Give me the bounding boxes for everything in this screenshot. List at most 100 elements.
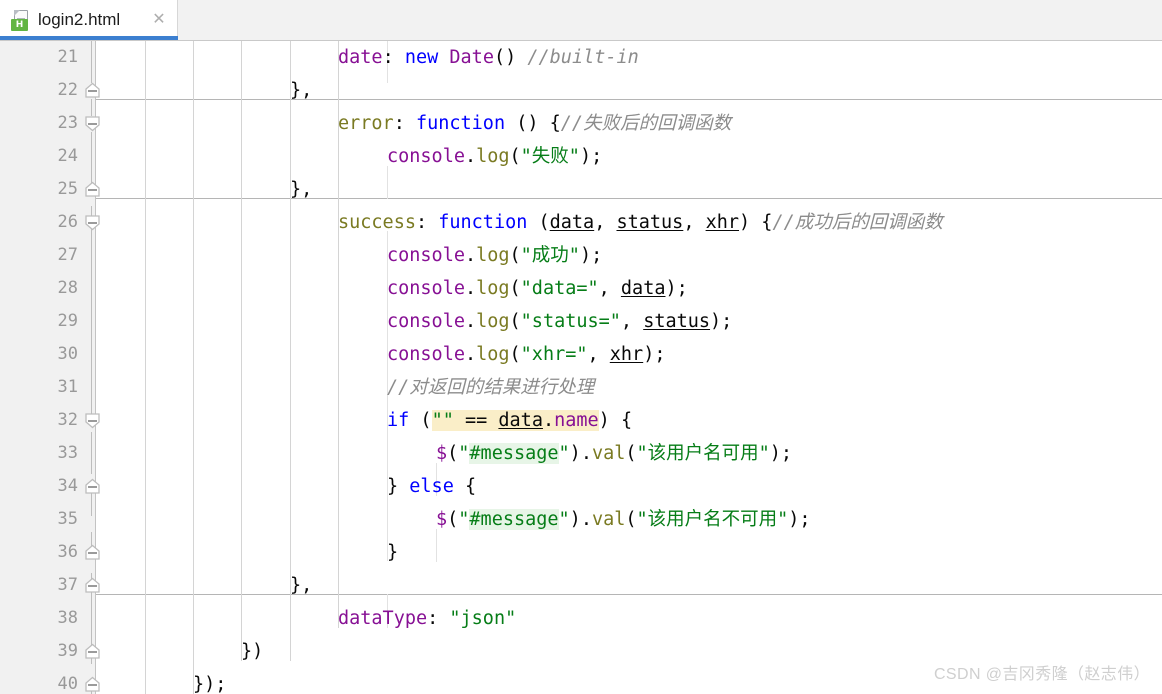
code-text: console.log("成功"); [387, 239, 602, 272]
code-text: $("#message").val("该用户名不可用"); [436, 503, 811, 536]
fold-marker-start[interactable] [84, 412, 101, 429]
code-line-34[interactable]: 34 } else { [0, 470, 1162, 503]
line-number: 31 [57, 377, 78, 397]
fold-marker-end[interactable] [84, 478, 101, 495]
csdn-watermark: CSDN @吉冈秀隆（赵志伟） [933, 666, 1150, 683]
code-line-22[interactable]: 22 }, [0, 74, 1162, 107]
token: , [598, 278, 621, 299]
fold-minus-glyph [88, 552, 97, 554]
token: ( [447, 443, 459, 464]
fold-marker-end[interactable] [84, 181, 101, 198]
token: } [387, 476, 410, 497]
code-text: }) [241, 635, 263, 668]
file-icon-badge: H [11, 18, 28, 31]
fold-minus-glyph [88, 486, 97, 488]
code-line-23[interactable]: 23 error: function () {//失败后的回调函数 [0, 107, 1162, 140]
code-line-36[interactable]: 36 } [0, 536, 1162, 569]
token: "该用户名不可用" [636, 509, 789, 530]
line-number: 38 [57, 608, 78, 628]
token: console [387, 344, 465, 365]
code-line-26[interactable]: 26 success: function (data, status, xhr)… [0, 206, 1162, 239]
code-line-30[interactable]: 30 console.log("xhr=", xhr); [0, 338, 1162, 371]
token: log [476, 146, 510, 167]
token: , [587, 344, 610, 365]
token: $ [436, 509, 448, 530]
token: log [476, 278, 510, 299]
code-text: console.log("失败"); [387, 140, 602, 173]
fold-marker-start[interactable] [84, 115, 101, 132]
token: : [427, 608, 450, 629]
token: "成功" [520, 245, 580, 266]
code-text: } [387, 536, 398, 569]
code-line-29[interactable]: 29 console.log("status=", status); [0, 305, 1162, 338]
token: //成功后的回调函数 [772, 212, 943, 233]
code-line-28[interactable]: 28 console.log("data=", data); [0, 272, 1162, 305]
token: ) [569, 443, 581, 464]
fold-marker-end[interactable] [84, 544, 101, 561]
tab-login2-html[interactable]: H login2.html ✕ [0, 0, 178, 40]
code-text: console.log("xhr=", xhr); [387, 338, 665, 371]
token: ); [665, 278, 688, 299]
token: "data=" [520, 278, 599, 299]
line-number: 35 [57, 509, 78, 529]
token: console [387, 311, 465, 332]
line-number: 36 [57, 542, 78, 562]
code-line-32[interactable]: 32 if ("" == data.name) { [0, 404, 1162, 437]
line-number: 37 [57, 575, 78, 595]
code-line-33[interactable]: 33 $("#message").val("该用户名可用"); [0, 437, 1162, 470]
fold-marker-end[interactable] [84, 82, 101, 99]
token: ( [625, 443, 637, 464]
code-line-25[interactable]: 25 }, [0, 173, 1162, 206]
code-line-31[interactable]: 31 //对返回的结果进行处理 [0, 371, 1162, 404]
token: ) { [739, 212, 773, 233]
code-line-35[interactable]: 35 $("#message").val("该用户名不可用"); [0, 503, 1162, 536]
line-number: 33 [57, 443, 78, 463]
code-line-21[interactable]: 21 date: new Date() //built-in [0, 41, 1162, 74]
token: . [464, 278, 477, 299]
token: log [476, 344, 510, 365]
token-search-match: . [542, 410, 555, 431]
token: val [591, 509, 626, 530]
line-number: 29 [57, 311, 78, 331]
token: }); [193, 674, 227, 694]
code-editor[interactable]: 21 date: new Date() //built-in 22 }, 23 … [0, 41, 1162, 694]
token: $ [436, 443, 448, 464]
token: { [453, 476, 477, 497]
token: console [387, 245, 465, 266]
token: " [458, 509, 470, 530]
fold-minus-glyph [88, 189, 97, 191]
fold-marker-end[interactable] [84, 676, 101, 693]
token: . [464, 245, 477, 266]
code-line-24[interactable]: 24 console.log("失败"); [0, 140, 1162, 173]
token: ); [769, 443, 793, 464]
line-number: 39 [57, 641, 78, 661]
code-text: //对返回的结果进行处理 [387, 371, 594, 404]
token: "该用户名可用" [636, 443, 770, 464]
token: ( [509, 245, 521, 266]
fold-minus-glyph [88, 420, 97, 422]
code-text: } else { [387, 470, 476, 503]
token-search-match: "" [431, 410, 454, 431]
token: ) [569, 509, 581, 530]
close-icon[interactable]: ✕ [151, 11, 167, 27]
token-usage-match: #message [469, 443, 559, 464]
fold-marker-end[interactable] [84, 643, 101, 660]
line-number: 30 [57, 344, 78, 364]
token: ( [509, 278, 521, 299]
fold-marker-end[interactable] [84, 577, 101, 594]
token: xhr [705, 212, 740, 233]
code-line-27[interactable]: 27 console.log("成功"); [0, 239, 1162, 272]
code-text: date: new Date() //built-in [338, 41, 639, 74]
code-line-37[interactable]: 37 }, [0, 569, 1162, 602]
code-line-38[interactable]: 38 dataType: "json" [0, 602, 1162, 635]
token: ); [643, 344, 666, 365]
fold-marker-start[interactable] [84, 214, 101, 231]
token: . [580, 509, 592, 530]
token: date [338, 47, 383, 68]
line-number: 40 [57, 674, 78, 694]
token: : [393, 113, 416, 134]
token-search-match: == [453, 410, 499, 431]
html-file-icon: H [11, 9, 31, 31]
token: . [464, 344, 477, 365]
